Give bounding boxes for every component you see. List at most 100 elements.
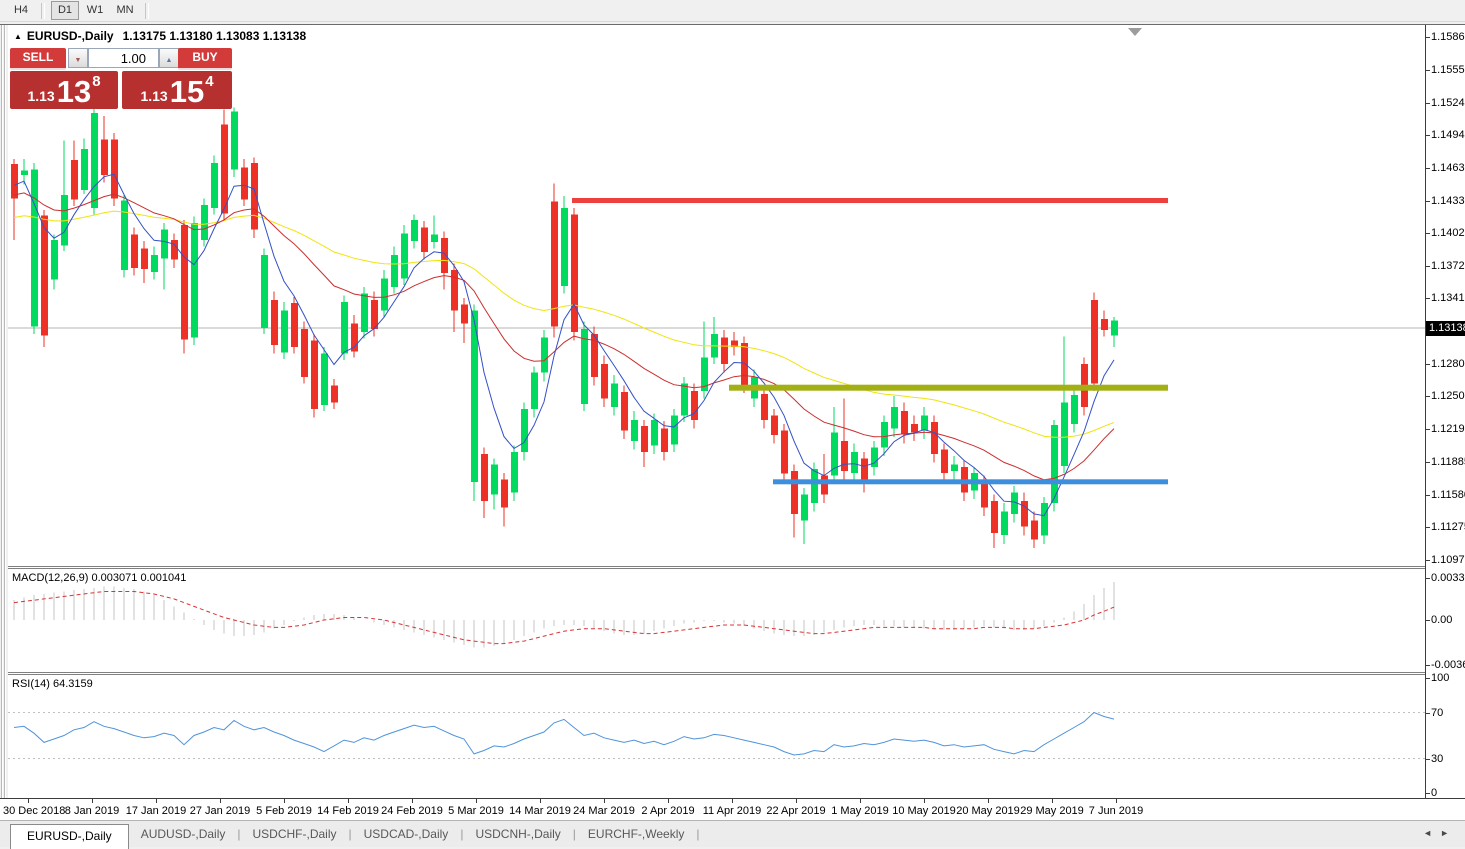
current-price-tag: 1.13138 [1426, 321, 1465, 336]
candle-body [851, 452, 858, 473]
macd-axis-label: 0.003392 [1431, 572, 1465, 584]
date-axis-label: 14 Mar 2019 [509, 805, 571, 817]
candle-body [911, 424, 918, 433]
date-axis-tick [412, 799, 413, 803]
rsi-axis-tick [1426, 678, 1430, 679]
price-axis-label: 1.11580 [1431, 489, 1465, 501]
candle-body [311, 341, 318, 409]
candle-body [281, 311, 288, 353]
chart-symbol-label: EURUSD-,Daily [27, 29, 114, 43]
candle-body [481, 454, 488, 501]
macd-name: MACD(12,26,9) [12, 572, 88, 584]
price-axis-tick [1426, 135, 1430, 136]
chart-title: ▲EURUSD-,Daily1.13175 1.13180 1.13083 1.… [14, 29, 306, 43]
buy-button[interactable]: BUY [178, 48, 232, 70]
date-axis-label: 20 May 2019 [956, 805, 1020, 817]
grip-line [2, 25, 3, 820]
candle-body [881, 422, 888, 448]
candle-body [891, 407, 898, 428]
candle-body [651, 420, 658, 446]
arrow-up-icon: ▲ [166, 57, 173, 64]
candle-body [611, 383, 618, 407]
candle-body [921, 416, 928, 431]
rsi-indicator-pane[interactable]: RSI(14) 64.3159 [8, 675, 1425, 798]
volume-input[interactable] [88, 48, 159, 68]
date-axis-tick [1052, 799, 1053, 803]
date-axis-label: 2 Apr 2019 [641, 805, 694, 817]
sell-price-panel[interactable]: 1.13 13 8 [10, 71, 118, 109]
date-axis-tick [860, 799, 861, 803]
sell-price-prefix: 1.13 [27, 88, 54, 104]
candle-body [521, 409, 528, 452]
chart-tab-eurusd-daily[interactable]: EURUSD-,Daily [10, 824, 129, 849]
candle-body [161, 229, 168, 258]
date-axis-tick [924, 799, 925, 803]
price-axis-label: 1.12805 [1431, 358, 1465, 370]
date-axis-label: 7 Jun 2019 [1089, 805, 1143, 817]
macd-axis-tick [1426, 620, 1430, 621]
volume-decrease-button[interactable]: ▼ [68, 48, 88, 68]
price-axis-label: 1.12500 [1431, 390, 1465, 402]
candle-body [131, 235, 138, 268]
macd-canvas [8, 569, 1425, 672]
chart-tab-usdcnh-daily[interactable]: USDCNH-,Daily [463, 823, 572, 845]
date-axis-label: 10 May 2019 [892, 805, 956, 817]
price-axis-label: 1.15860 [1431, 31, 1465, 43]
date-axis: 30 Dec 20188 Jan 201917 Jan 201927 Jan 2… [0, 798, 1465, 820]
chart-tab-usdchf-daily[interactable]: USDCHF-,Daily [241, 823, 349, 845]
date-axis-tick [156, 799, 157, 803]
macd-indicator-pane[interactable]: MACD(12,26,9) 0.003071 0.001041 [8, 569, 1425, 672]
candle-body [261, 255, 268, 328]
horizontal-line-object-olive[interactable] [729, 385, 1168, 391]
candle-body [1041, 503, 1048, 535]
left-splitter-grip[interactable] [0, 25, 8, 820]
mt4-terminal: { "toolbar": {"timeframes": ["H4","D1","… [0, 0, 1465, 847]
chart-tab-eurchf-weekly[interactable]: EURCHF-,Weekly [576, 823, 696, 845]
macd-value-signal: 0.001041 [140, 572, 186, 584]
volume-increase-button[interactable]: ▲ [159, 48, 179, 68]
sell-button[interactable]: SELL [10, 48, 66, 70]
date-axis-label: 5 Feb 2019 [256, 805, 312, 817]
tab-separator: | [696, 827, 699, 841]
buy-price-panel[interactable]: 1.13 15 4 [122, 71, 232, 109]
rsi-value: 64.3159 [53, 678, 93, 690]
timeframe-button-d1[interactable]: D1 [51, 1, 79, 20]
timeframe-button-mn[interactable]: MN [111, 1, 139, 20]
chart-tab-usdcad-daily[interactable]: USDCAD-,Daily [352, 823, 461, 845]
candle-body [641, 426, 648, 452]
date-axis-label: 1 May 2019 [831, 805, 888, 817]
candle-body [941, 450, 948, 474]
price-chart-pane[interactable]: ▲EURUSD-,Daily1.13175 1.13180 1.13083 1.… [8, 25, 1425, 566]
candle-body [11, 164, 18, 198]
date-axis-tick [540, 799, 541, 803]
horizontal-line-object-red[interactable] [572, 198, 1168, 203]
candle-body [831, 433, 838, 476]
tabs-scroll-right-icon[interactable]: ► [1440, 828, 1457, 838]
date-axis-label: 22 Apr 2019 [766, 805, 825, 817]
collapse-panel-icon[interactable]: ▲ [14, 32, 22, 41]
candle-body [1061, 403, 1068, 466]
rsi-axis-tick [1426, 793, 1430, 794]
tabs-scroll-left-icon[interactable]: ◄ [1423, 828, 1440, 838]
candle-body [931, 422, 938, 454]
candle-body [1071, 395, 1078, 424]
horizontal-line-object-blue[interactable] [773, 479, 1168, 484]
candle-body [141, 249, 148, 269]
price-axis-tick [1426, 266, 1430, 267]
date-axis-tick [732, 799, 733, 803]
timeframe-button-h4[interactable]: H4 [7, 1, 35, 20]
chart-tab-audusd-daily[interactable]: AUDUSD-,Daily [129, 823, 238, 845]
chart-shift-marker-icon[interactable] [1128, 28, 1142, 36]
price-axis-label: 1.14940 [1431, 129, 1465, 141]
candle-body [251, 163, 258, 229]
candle-body [541, 337, 548, 372]
candle-body [191, 223, 198, 337]
candle-body [431, 235, 438, 243]
candle-body [1031, 520, 1038, 539]
timeframe-button-w1[interactable]: W1 [81, 1, 109, 20]
rsi-line [14, 713, 1114, 756]
date-axis-tick [796, 799, 797, 803]
candle-body [821, 475, 828, 494]
price-axis-tick [1426, 201, 1430, 202]
price-axis-label: 1.15550 [1431, 64, 1465, 76]
